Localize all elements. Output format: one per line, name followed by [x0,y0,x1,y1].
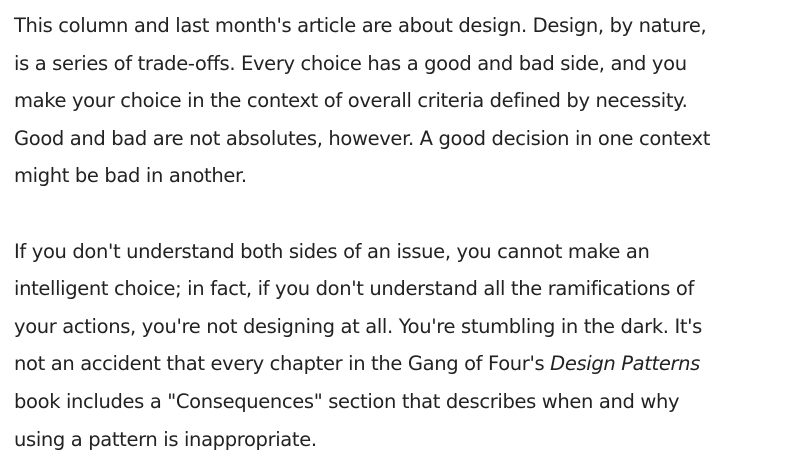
text-line: make your choice in the context of overa… [14,89,688,113]
paragraph-2: If you don't understand both sides of an… [14,233,794,458]
text-line: If you don't understand both sides of an… [14,239,650,263]
text-line: is a series of trade-offs. Every choice … [14,51,687,75]
text-line: This column and last month's article are… [14,14,707,37]
text-line: book includes a "Consequences" section t… [14,389,680,413]
text-line: intelligent choice; in fact, if you don'… [14,277,694,301]
text-line: not an accident that every chapter in th… [14,345,794,383]
text-segment: not an accident that every chapter in th… [14,352,551,376]
text-line: might be bad in another. [14,164,247,188]
article-body: This column and last month's article are… [14,7,794,458]
text-line: using a pattern is inappropriate. [14,427,317,451]
text-line: Good and bad are not absolutes, however.… [14,126,711,150]
text-line: your actions, you're not designing at al… [14,314,702,338]
book-title: Design Patterns [550,352,700,376]
paragraph-1: This column and last month's article are… [14,7,794,195]
